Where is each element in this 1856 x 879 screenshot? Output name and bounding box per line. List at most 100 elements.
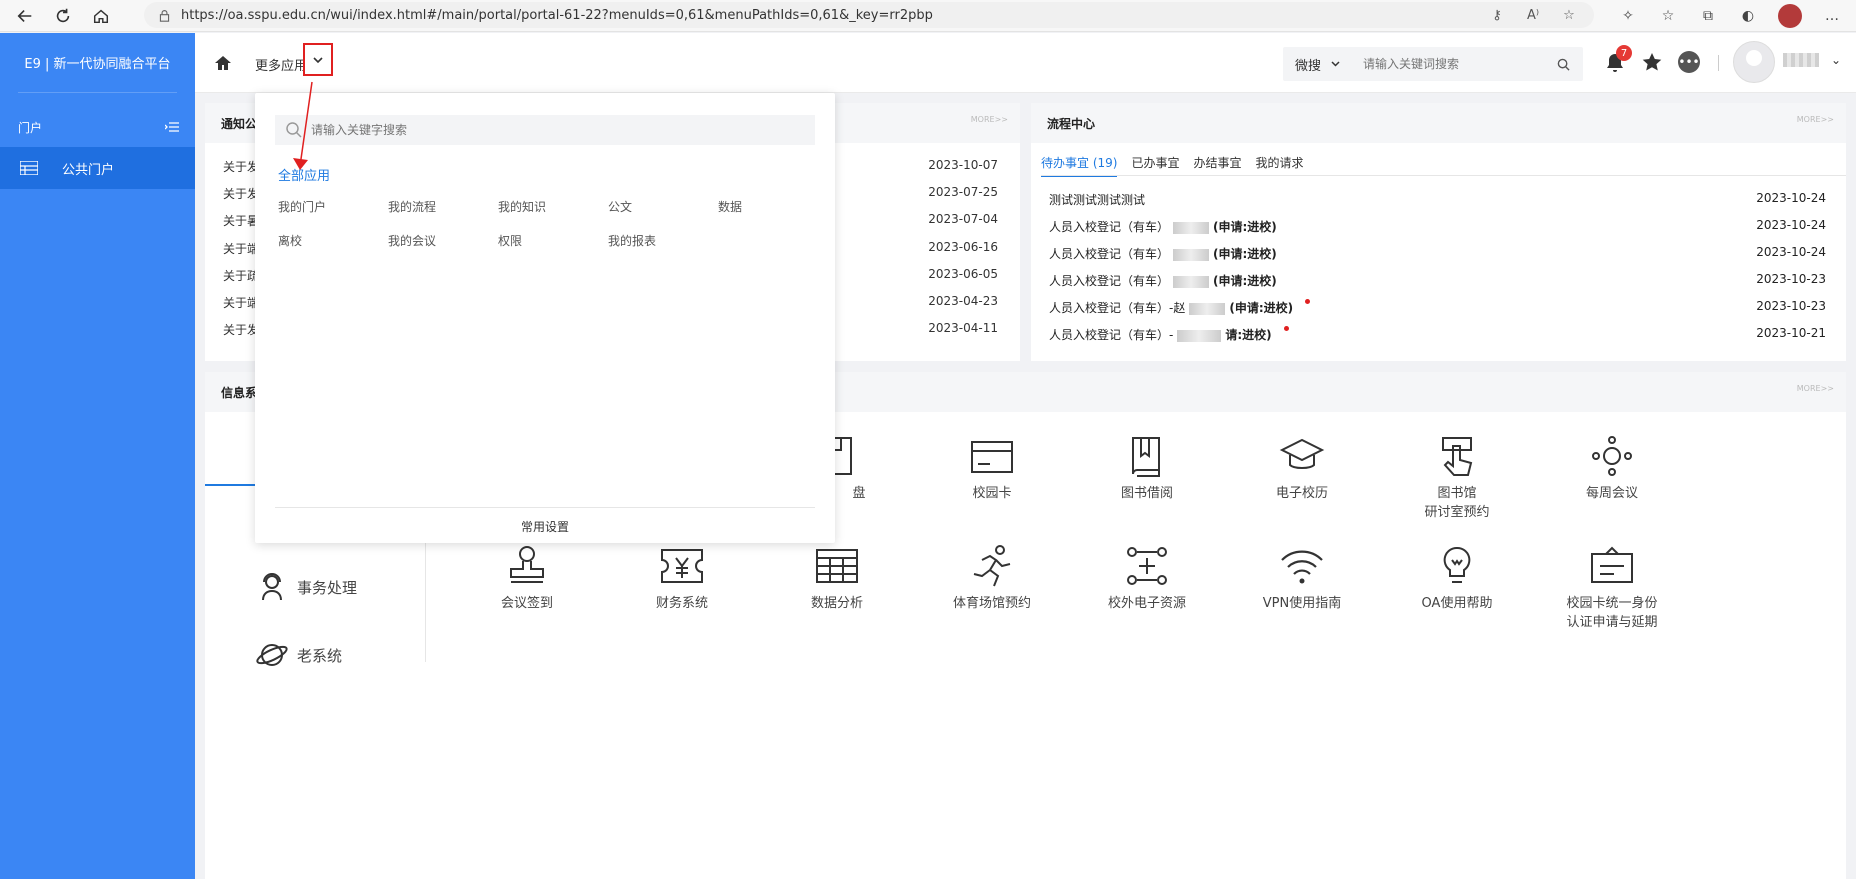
card-icon — [971, 441, 1013, 473]
app-label: 图书借阅 — [1120, 486, 1173, 501]
table-row[interactable]: 人员入校登记（有车） (申请:进校) 2023-10-24 — [1049, 245, 1826, 262]
app-label: VPN使用指南 — [1262, 596, 1342, 611]
list-item[interactable]: 关于暑 — [223, 212, 259, 229]
more-apps-popup: 全部应用 我的门户 我的流程 我的知识 公文 数据 离校 我的会议 权限 我的报… — [255, 93, 835, 543]
more-options-icon[interactable]: ••• — [1678, 51, 1700, 73]
app-weekly-meeting[interactable]: 每周会议 — [1537, 434, 1687, 501]
lock-icon — [159, 9, 170, 22]
more-apps-label[interactable]: 更多应用 — [255, 55, 307, 74]
user-name-blurred[interactable] — [1783, 53, 1819, 67]
tab-done[interactable]: 已办事宜 — [1131, 150, 1179, 177]
app-label: 校外电子资源 — [1107, 596, 1186, 611]
sidebar-item-public-portal[interactable]: 公共门户 — [0, 147, 195, 189]
popup-search-input[interactable] — [311, 123, 791, 137]
star-icon[interactable] — [1641, 51, 1663, 73]
popup-item-my-workflow[interactable]: 我的流程 — [388, 198, 436, 215]
table-row[interactable]: 人员入校登记（有车） (申请:进校) 2023-10-24 — [1049, 218, 1826, 235]
app-finance[interactable]: 财务系统 — [607, 544, 757, 611]
app-data-analysis[interactable]: 数据分析 — [762, 544, 912, 611]
active-tab-indicator — [205, 484, 255, 486]
app-vpn-guide[interactable]: VPN使用指南 — [1227, 544, 1377, 611]
app-external-resources[interactable]: 校外电子资源 — [1072, 544, 1222, 611]
menu-dots-icon[interactable]: … — [1822, 6, 1842, 26]
search-button[interactable] — [1553, 54, 1573, 74]
app-calendar[interactable]: 电子校历 — [1227, 434, 1377, 501]
more-link[interactable]: MORE>> — [1797, 384, 1834, 393]
list-item[interactable]: 关于发 — [223, 185, 259, 202]
menu-collapse-icon[interactable] — [165, 121, 179, 133]
profile-icon[interactable] — [1778, 4, 1802, 28]
read-aloud-icon[interactable]: A⁾ — [1524, 6, 1542, 24]
redacted-text — [1173, 248, 1210, 261]
table-row[interactable]: 人员入校登记（有车）-赵 (申请:进校) 2023-10-23 — [1049, 299, 1826, 316]
edge-icon[interactable]: ◐ — [1738, 6, 1758, 26]
row-title: 人员入校登记（有车）-赵 (申请:进校) — [1049, 299, 1311, 316]
list-item[interactable]: 关于端 — [223, 240, 259, 257]
home-button[interactable] — [82, 2, 120, 30]
list-item[interactable]: 关于端 — [223, 294, 259, 311]
sidebar-item-affairs[interactable]: 事务处理 — [255, 570, 357, 604]
sidebar-item-label: 公共门户 — [62, 162, 115, 178]
refresh-button[interactable] — [44, 2, 82, 30]
popup-divider — [275, 507, 815, 508]
address-bar[interactable]: https://oa.sspu.edu.cn/wui/index.html#/m… — [144, 2, 1594, 28]
row-title: 人员入校登记（有车）- 请:进校) — [1049, 326, 1289, 343]
home-icon[interactable] — [213, 53, 233, 73]
app-sports-venue[interactable]: 体育场馆预约 — [917, 544, 1067, 611]
collections-icon[interactable]: ⧉ — [1698, 6, 1718, 26]
search-scope-select[interactable]: 微搜 — [1283, 55, 1353, 74]
avatar[interactable] — [1733, 41, 1775, 83]
popup-item-leave-school[interactable]: 离校 — [278, 232, 302, 249]
back-button[interactable] — [6, 2, 44, 30]
row-suffix: (申请:进校) — [1213, 220, 1277, 234]
popup-item-my-reports[interactable]: 我的报表 — [608, 232, 656, 249]
table-row[interactable]: 人员入校登记（有车）- 请:进校) 2023-10-21 — [1049, 326, 1826, 343]
app-book-borrow[interactable]: 图书借阅 — [1072, 434, 1222, 501]
unread-dot — [1283, 326, 1289, 331]
popup-item-my-portal[interactable]: 我的门户 — [278, 198, 326, 215]
list-item[interactable]: 关于发 — [223, 158, 259, 175]
redacted-text — [1189, 302, 1226, 315]
table-row[interactable]: 人员入校登记（有车） (申请:进校) 2023-10-23 — [1049, 272, 1826, 289]
row-date: 2023-10-24 — [1756, 245, 1826, 259]
flow-tabs: 待办事宜 (19) 已办事宜 办结事宜 我的请求 — [1041, 150, 1304, 177]
app-label: 财务系统 — [655, 596, 708, 611]
list-item[interactable]: 关于发 — [223, 321, 259, 338]
favorites-icon[interactable]: ☆ — [1658, 6, 1678, 26]
app-campus-card[interactable]: 校园卡 — [917, 434, 1067, 501]
sidebar-item-old-system[interactable]: 老系统 — [255, 638, 342, 672]
house-icon — [93, 9, 109, 23]
list-item[interactable]: 关于疏 — [223, 267, 259, 284]
hand-tap-icon — [1442, 437, 1473, 476]
popup-item-my-meetings[interactable]: 我的会议 — [388, 232, 436, 249]
tab-my-requests[interactable]: 我的请求 — [1255, 150, 1303, 177]
row-suffix: (申请:进校) — [1213, 247, 1277, 261]
url-text: https://oa.sspu.edu.cn/wui/index.html#/m… — [181, 7, 933, 23]
more-apps-dropdown-button[interactable] — [303, 43, 333, 76]
app-label: 数据分析 — [810, 596, 863, 611]
app-oa-help[interactable]: OA使用帮助 — [1382, 544, 1532, 611]
popup-item-permissions[interactable]: 权限 — [498, 232, 522, 249]
search-input[interactable] — [1363, 57, 1553, 71]
app-id-auth[interactable]: 校园卡统一身份 认证申请与延期 — [1537, 544, 1687, 630]
row-title-text: 测试测试测试测试 — [1049, 193, 1146, 207]
header-divider — [1718, 55, 1719, 71]
key-icon[interactable]: ⚷ — [1488, 6, 1506, 24]
portal-section[interactable]: 门户 — [0, 107, 195, 147]
add-favorite-icon[interactable]: ☆ — [1560, 6, 1578, 24]
app-label: 电子校历 — [1275, 486, 1328, 501]
tab-todo[interactable]: 待办事宜 (19) — [1041, 150, 1118, 177]
chevron-down-icon[interactable]: ⌄ — [1831, 53, 1841, 67]
app-library-room[interactable]: 图书馆 研讨室预约 — [1382, 434, 1532, 520]
table-row[interactable]: 测试测试测试测试 2023-10-24 — [1049, 191, 1826, 208]
app-meeting-checkin[interactable]: 会议签到 — [452, 544, 602, 611]
extensions-icon[interactable]: ✧ — [1618, 6, 1638, 26]
popup-item-documents[interactable]: 公文 — [608, 198, 632, 215]
more-link[interactable]: MORE>> — [971, 115, 1008, 124]
tab-finished[interactable]: 办结事宜 — [1193, 150, 1241, 177]
common-settings-button[interactable]: 常用设置 — [255, 518, 835, 535]
more-link[interactable]: MORE>> — [1797, 115, 1834, 124]
app-label: 每周会议 — [1585, 486, 1638, 501]
popup-item-my-knowledge[interactable]: 我的知识 — [498, 198, 546, 215]
popup-item-data[interactable]: 数据 — [718, 198, 742, 215]
